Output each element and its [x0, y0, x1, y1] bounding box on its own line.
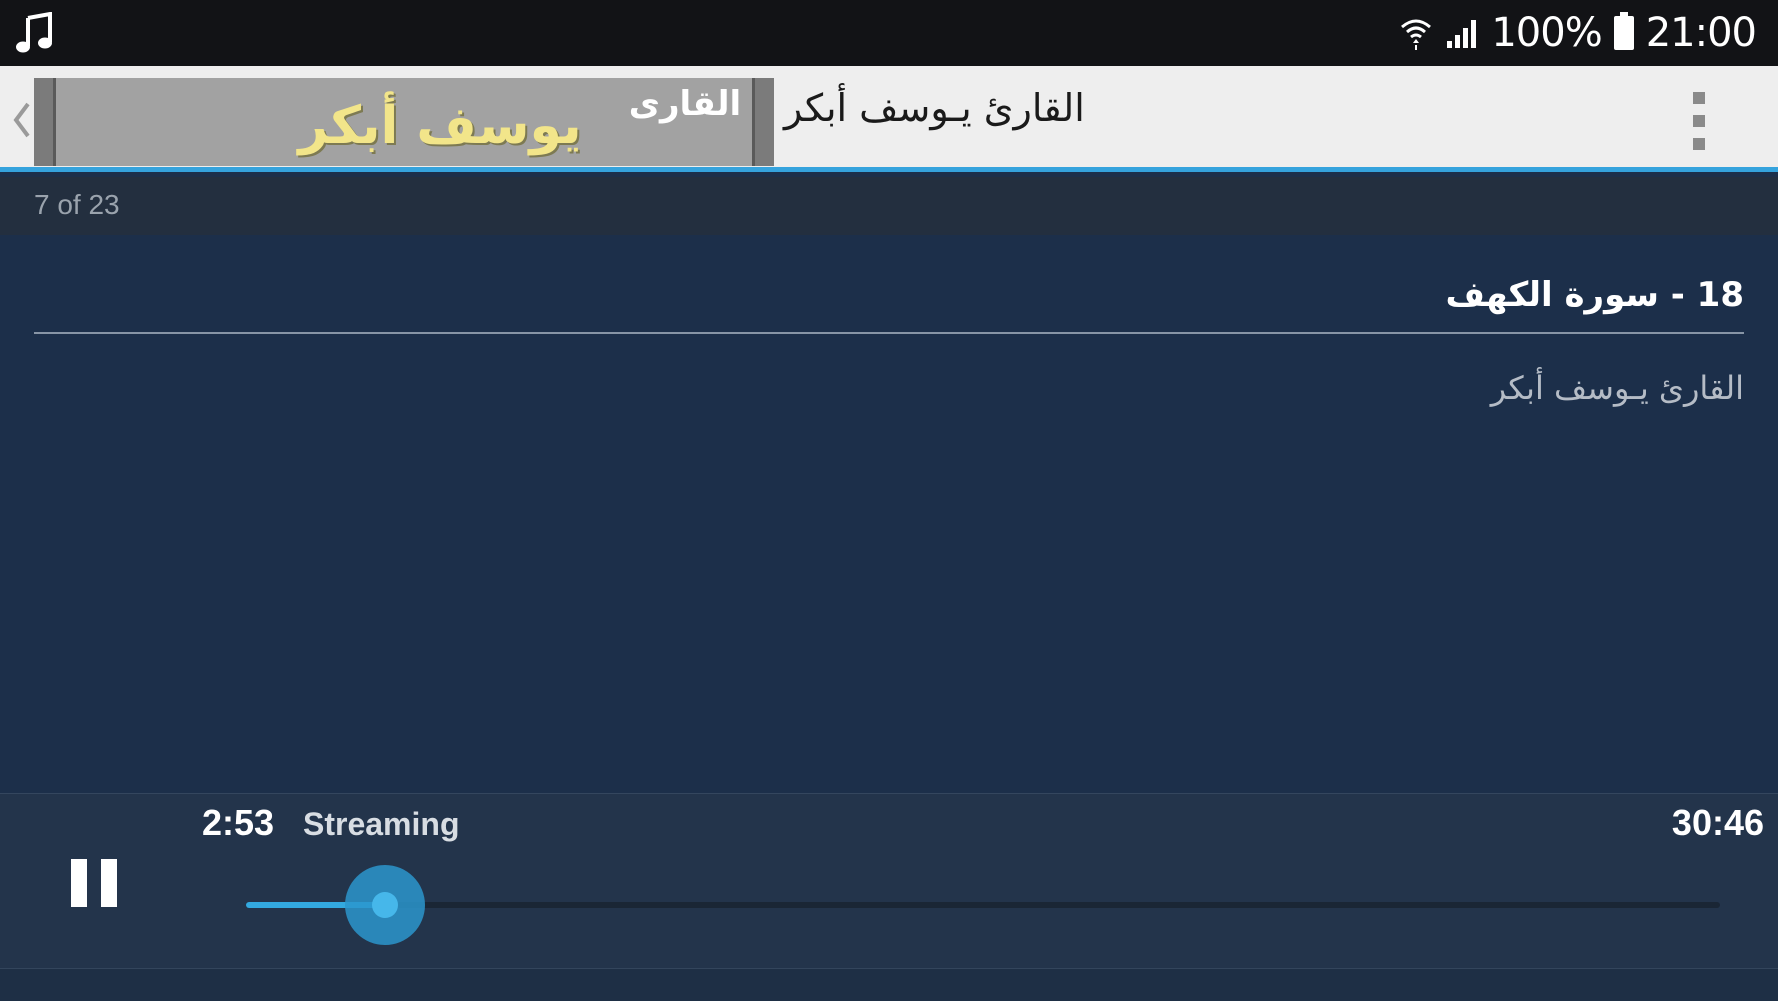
battery-icon	[1613, 12, 1634, 50]
clock: 21:00	[1645, 10, 1757, 56]
menu-dot	[1693, 138, 1705, 150]
pause-button[interactable]	[64, 854, 124, 914]
track-title: 18 - سورة الكهف	[1445, 275, 1744, 315]
battery-percent: 100%	[1491, 10, 1602, 56]
menu-dot	[1693, 115, 1705, 127]
seek-bar[interactable]	[246, 865, 1720, 945]
divider	[34, 332, 1744, 334]
music-note-icon	[16, 12, 52, 53]
signal-icon	[1447, 20, 1477, 48]
player-controls: 2:53 Streaming 30:46	[0, 793, 1778, 969]
logo-caption: القارى	[628, 84, 742, 124]
page-title: القارئ يـوسف أبكر	[784, 86, 1085, 130]
stream-status: Streaming	[303, 806, 460, 842]
playlist-position: 7 of 23	[34, 189, 120, 220]
logo-right-bar	[752, 78, 774, 166]
action-bar: يوسف أبكر القارى القارئ يـوسف أبكر	[0, 66, 1778, 172]
wifi-icon	[1401, 19, 1432, 50]
app-logo[interactable]: يوسف أبكر القارى	[34, 78, 774, 166]
status-indicators: 100% 21:00	[1399, 0, 1757, 66]
playlist-counter-bar: 7 of 23	[0, 177, 1778, 235]
track-info: 18 - سورة الكهف القارئ يـوسف أبكر	[0, 235, 1778, 793]
bottom-strip	[0, 968, 1778, 1001]
total-duration: 30:46	[1671, 802, 1764, 843]
status-bar: 100% 21:00	[0, 0, 1778, 66]
logo-name: يوسف أبكر	[298, 96, 582, 156]
pause-icon	[71, 859, 87, 907]
pause-icon	[101, 859, 117, 907]
chevron-left-icon[interactable]	[10, 100, 34, 140]
elapsed-time: 2:53	[202, 802, 275, 843]
logo-left-bar	[34, 78, 56, 166]
seek-thumb[interactable]	[344, 865, 425, 945]
menu-dot	[1693, 92, 1705, 104]
track-artist: القارئ يـوسف أبكر	[1490, 369, 1744, 407]
more-vertical-icon[interactable]	[1686, 92, 1712, 150]
accent-divider	[0, 167, 1778, 172]
